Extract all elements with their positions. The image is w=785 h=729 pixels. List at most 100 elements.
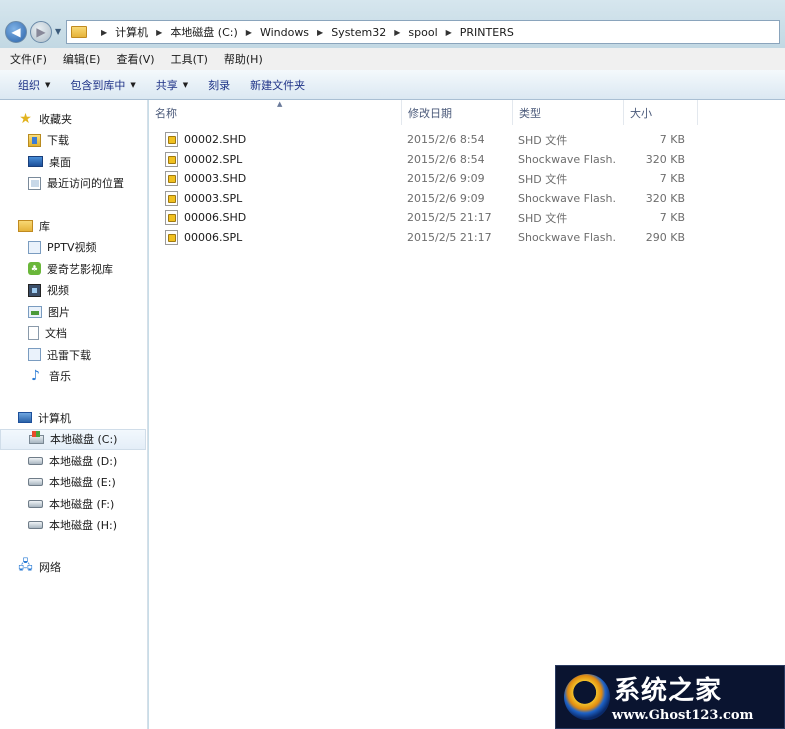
sidebar-item-xunlei[interactable]: 迅雷下载 [0, 344, 148, 366]
sidebar-item-pictures[interactable]: 图片 [0, 301, 148, 323]
network-header[interactable]: 🖧 网络 [0, 556, 148, 578]
file-name: 00002.SHD [184, 133, 247, 147]
file-name: 00003.SHD [184, 172, 247, 186]
chevron-right-icon[interactable]: ▶ [156, 28, 162, 37]
sidebar-item-label: 爱奇艺影视库 [47, 262, 113, 276]
recent-places-icon [28, 176, 41, 190]
sidebar-item-recent-places[interactable]: 最近访问的位置 [0, 173, 148, 195]
organize-button[interactable]: 组织 ▼ [8, 77, 60, 93]
pictures-icon [28, 305, 42, 318]
menu-tools[interactable]: 工具(T) [163, 51, 216, 67]
chevron-right-icon[interactable]: ▶ [317, 28, 323, 37]
hard-drive-icon [28, 478, 43, 487]
file-size: 320 KB [645, 191, 685, 205]
sidebar-item-label: 本地磁盘 (C:) [50, 433, 118, 447]
sidebar-item-drive-c[interactable]: 本地磁盘 (C:) [0, 428, 146, 450]
breadcrumb-spool[interactable]: spool [408, 26, 437, 39]
share-button[interactable]: 共享 ▼ [146, 77, 198, 93]
file-list: 00002.SHD 2015/2/6 8:54 SHD 文件 7 KB 0000… [149, 130, 785, 247]
network-icon: 🖧 [18, 557, 33, 573]
file-type: SHD 文件 [518, 172, 568, 186]
sidebar-item-drive-d[interactable]: 本地磁盘 (D:) [0, 450, 148, 472]
sidebar-item-downloads[interactable]: 下载 [0, 130, 148, 152]
file-size: 7 KB [659, 211, 685, 225]
breadcrumb-windows[interactable]: Windows [260, 26, 309, 39]
file-row[interactable]: 00002.SHD 2015/2/6 8:54 SHD 文件 7 KB [149, 130, 785, 150]
file-size: 7 KB [659, 172, 685, 186]
new-folder-button[interactable]: 新建文件夹 [240, 77, 315, 93]
pptv-library-icon [28, 240, 41, 254]
breadcrumb-drive-c[interactable]: 本地磁盘 (C:) [170, 24, 237, 40]
libraries-header[interactable]: 库 [0, 215, 148, 237]
breadcrumb-printers[interactable]: PRINTERS [460, 26, 514, 39]
sidebar-item-label: 音乐 [49, 370, 71, 384]
file-row[interactable]: 00002.SPL 2015/2/6 8:54 Shockwave Flash.… [149, 150, 785, 170]
sidebar-item-desktop[interactable]: 桌面 [0, 151, 148, 173]
chevron-right-icon[interactable]: ▶ [446, 28, 452, 37]
burn-label: 刻录 [208, 78, 231, 92]
libraries-group: 库 PPTV视频 ♣ 爱奇艺影视库 视频 图片 文档 迅雷下载 ♪ 音乐 [0, 215, 148, 387]
chevron-right-icon[interactable]: ▶ [101, 28, 107, 37]
sidebar-item-label: 本地磁盘 (F:) [49, 497, 115, 511]
file-row[interactable]: 00006.SHD 2015/2/5 21:17 SHD 文件 7 KB [149, 208, 785, 228]
file-row[interactable]: 00006.SPL 2015/2/5 21:17 Shockwave Flash… [149, 228, 785, 248]
file-list-pane[interactable]: ▲ 名称 修改日期 类型 大小 00002.SHD 2015/2/6 8:54 … [149, 100, 785, 729]
address-box[interactable]: ▶ 计算机 ▶ 本地磁盘 (C:) ▶ Windows ▶ System32 ▶… [66, 20, 780, 44]
command-bar: 组织 ▼ 包含到库中 ▼ 共享 ▼ 刻录 新建文件夹 [0, 70, 785, 100]
column-header-size[interactable]: 大小 [624, 100, 698, 125]
forward-button[interactable]: ▶ [30, 21, 52, 43]
sidebar-item-documents[interactable]: 文档 [0, 323, 148, 345]
back-button[interactable]: ◀ [5, 21, 27, 43]
sidebar-item-label: 下载 [47, 134, 69, 148]
menu-help[interactable]: 帮助(H) [216, 51, 271, 67]
file-size: 290 KB [645, 230, 685, 244]
recent-pages-dropdown-icon[interactable]: ▼ [55, 27, 61, 36]
file-row[interactable]: 00003.SPL 2015/2/6 9:09 Shockwave Flash.… [149, 189, 785, 209]
file-date: 2015/2/6 8:54 [407, 133, 485, 147]
file-type: Shockwave Flash... [518, 191, 617, 205]
sidebar-item-label: 最近访问的位置 [47, 177, 124, 191]
folder-icon [71, 26, 87, 38]
menu-view[interactable]: 查看(V) [108, 51, 162, 67]
hard-drive-icon [28, 456, 43, 465]
hard-drive-icon [28, 521, 43, 530]
sidebar-item-drive-f[interactable]: 本地磁盘 (F:) [0, 493, 148, 515]
sidebar-item-drive-e[interactable]: 本地磁盘 (E:) [0, 472, 148, 494]
libraries-label: 库 [39, 219, 50, 233]
watermark-logo-icon [564, 674, 610, 720]
file-date: 2015/2/5 21:17 [407, 230, 492, 244]
sidebar-item-iqiyi[interactable]: ♣ 爱奇艺影视库 [0, 258, 148, 280]
file-icon [165, 132, 178, 148]
menu-file[interactable]: 文件(F) [2, 51, 55, 67]
favorites-header[interactable]: ★ 收藏夹 [0, 108, 148, 130]
column-size-label: 大小 [630, 106, 652, 120]
breadcrumb-computer[interactable]: 计算机 [115, 24, 148, 40]
library-icon [18, 219, 33, 232]
sidebar-item-videos[interactable]: 视频 [0, 280, 148, 302]
sidebar-item-pptv[interactable]: PPTV视频 [0, 237, 148, 259]
sidebar-item-label: 本地磁盘 (D:) [49, 454, 118, 468]
burn-button[interactable]: 刻录 [198, 77, 240, 93]
sidebar-item-drive-h[interactable]: 本地磁盘 (H:) [0, 515, 148, 537]
documents-icon [28, 326, 39, 341]
file-name-cell: 00002.SHD [149, 132, 391, 148]
file-row[interactable]: 00003.SHD 2015/2/6 9:09 SHD 文件 7 KB [149, 169, 785, 189]
favorites-group: ★ 收藏夹 下载 桌面 最近访问的位置 [0, 108, 148, 194]
sidebar-item-music[interactable]: ♪ 音乐 [0, 366, 148, 388]
breadcrumb-system32[interactable]: System32 [331, 26, 386, 39]
column-header-date[interactable]: 修改日期 [402, 100, 513, 125]
chevron-right-icon[interactable]: ▶ [246, 28, 252, 37]
file-icon [165, 229, 178, 245]
column-header-name[interactable]: 名称 [149, 100, 402, 125]
include-in-library-button[interactable]: 包含到库中 ▼ [60, 77, 145, 93]
navigation-pane[interactable]: ★ 收藏夹 下载 桌面 最近访问的位置 库 PPTV视频 ♣ 爱奇艺影视库 视频… [0, 100, 148, 729]
chevron-right-icon[interactable]: ▶ [394, 28, 400, 37]
column-header-type[interactable]: 类型 [513, 100, 624, 125]
file-name: 00002.SPL [184, 152, 243, 166]
column-name-label: 名称 [155, 106, 177, 120]
column-date-label: 修改日期 [408, 106, 452, 120]
computer-header[interactable]: 计算机 [0, 407, 148, 429]
menu-edit[interactable]: 编辑(E) [55, 51, 109, 67]
file-name: 00006.SPL [184, 230, 243, 244]
column-headers: 名称 修改日期 类型 大小 [149, 100, 785, 125]
